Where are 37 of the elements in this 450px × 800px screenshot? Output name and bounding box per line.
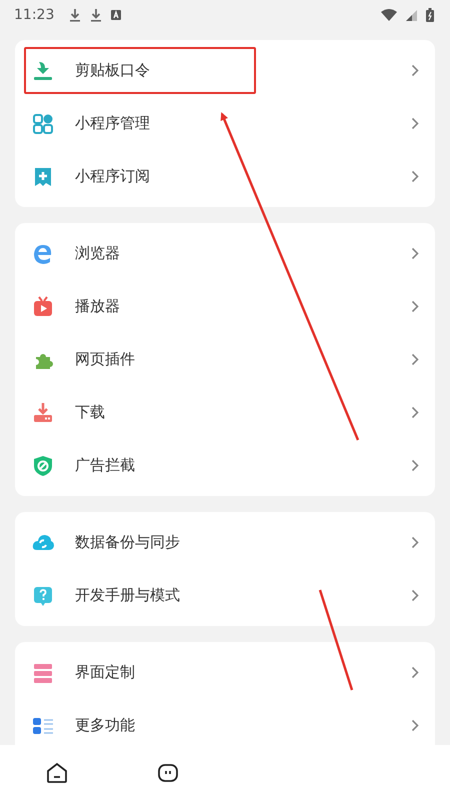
menu-item[interactable]: 浏览器 (15, 227, 435, 280)
menu-item[interactable]: 剪贴板口令 (15, 44, 435, 97)
menu-item[interactable]: 下载 (15, 386, 435, 439)
menu-item[interactable]: 播放器 (15, 280, 435, 333)
home-icon[interactable] (46, 762, 68, 784)
chevron-icon (411, 719, 419, 732)
menu-item[interactable]: 界面定制 (15, 646, 435, 699)
chevron-icon (411, 300, 419, 313)
signal-icon (406, 10, 417, 20)
chevron-icon (411, 117, 419, 130)
menu-item[interactable]: 小程序管理 (15, 97, 435, 150)
chevron-icon (411, 459, 419, 472)
grid-icon (31, 112, 55, 136)
status-time: 11:23 (14, 7, 54, 23)
chevron-icon (411, 64, 419, 77)
chevron-icon (411, 353, 419, 366)
chevron-icon (411, 247, 419, 260)
wifi-icon (381, 9, 397, 21)
menu-item[interactable]: 更多功能 (15, 699, 435, 745)
menu-item[interactable]: 数据备份与同步 (15, 516, 435, 569)
download-icon (90, 8, 102, 22)
download-box-icon (31, 400, 55, 424)
chevron-icon (411, 406, 419, 419)
chevron-icon (411, 589, 419, 602)
face-icon[interactable] (157, 762, 179, 784)
shield-icon (31, 454, 55, 478)
chevron-icon (411, 666, 419, 679)
chevron-icon (411, 536, 419, 549)
download-icon (69, 8, 82, 22)
battery-icon (426, 8, 434, 22)
menu-item[interactable]: 广告拦截 (15, 439, 435, 492)
app-icon (111, 10, 122, 20)
menu-item[interactable]: 开发手册与模式 (15, 569, 435, 622)
menu-item[interactable]: 小程序订阅 (15, 150, 435, 203)
menu-item[interactable]: 网页插件 (15, 333, 435, 386)
chevron-icon (411, 170, 419, 183)
tv-play-icon (31, 294, 55, 318)
